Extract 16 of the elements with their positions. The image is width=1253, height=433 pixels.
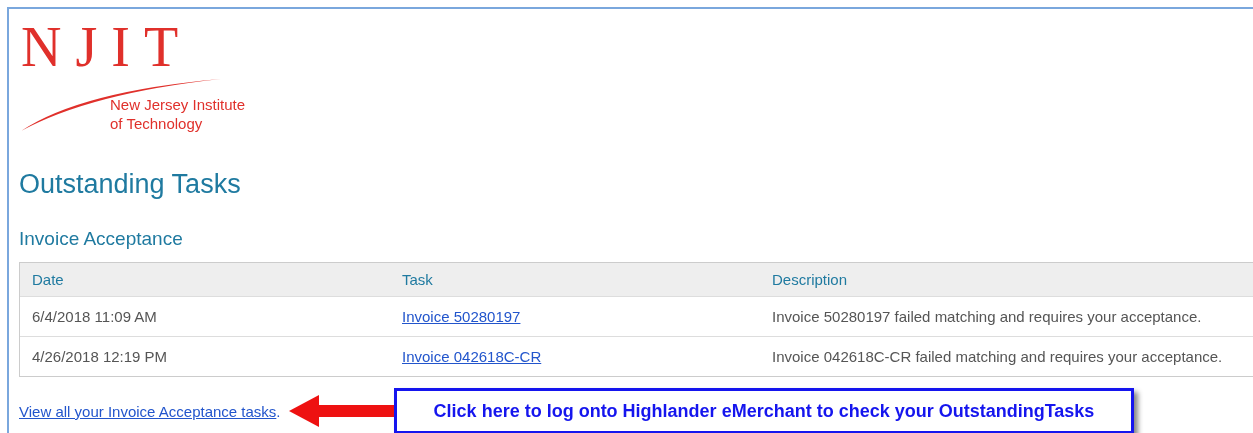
task-link[interactable]: Invoice 042618C-CR: [402, 348, 542, 365]
logo-mark: NJIT: [21, 19, 193, 75]
logo-text: of Technology: [110, 114, 204, 133]
table-cell-text: Invoice 50280197 failed matching and requires your acceptance.: [771, 308, 1203, 325]
task-link[interactable]: Invoice 50280197: [402, 308, 521, 325]
column-header: Description: [771, 271, 849, 288]
table-cell-text: Invoice 042618C-CR failed matching and requires your acceptance.: [771, 348, 1224, 365]
callout-note: Click here to log onto Highlander eMerchant to check your OutstandingTasks: [394, 388, 1134, 433]
table-cell-text: 4/26/2018 12:19 PM: [31, 348, 169, 365]
table-cell-text: 6/4/2018 11:09 AM: [31, 308, 158, 325]
page-title: Outstanding Tasks: [19, 168, 242, 200]
column-header: Date: [31, 271, 65, 288]
period-text: .: [276, 402, 281, 420]
section-title: Invoice Acceptance: [19, 227, 184, 250]
logo-text: New Jersey Institute: [110, 95, 246, 114]
column-header: Task: [401, 271, 434, 288]
